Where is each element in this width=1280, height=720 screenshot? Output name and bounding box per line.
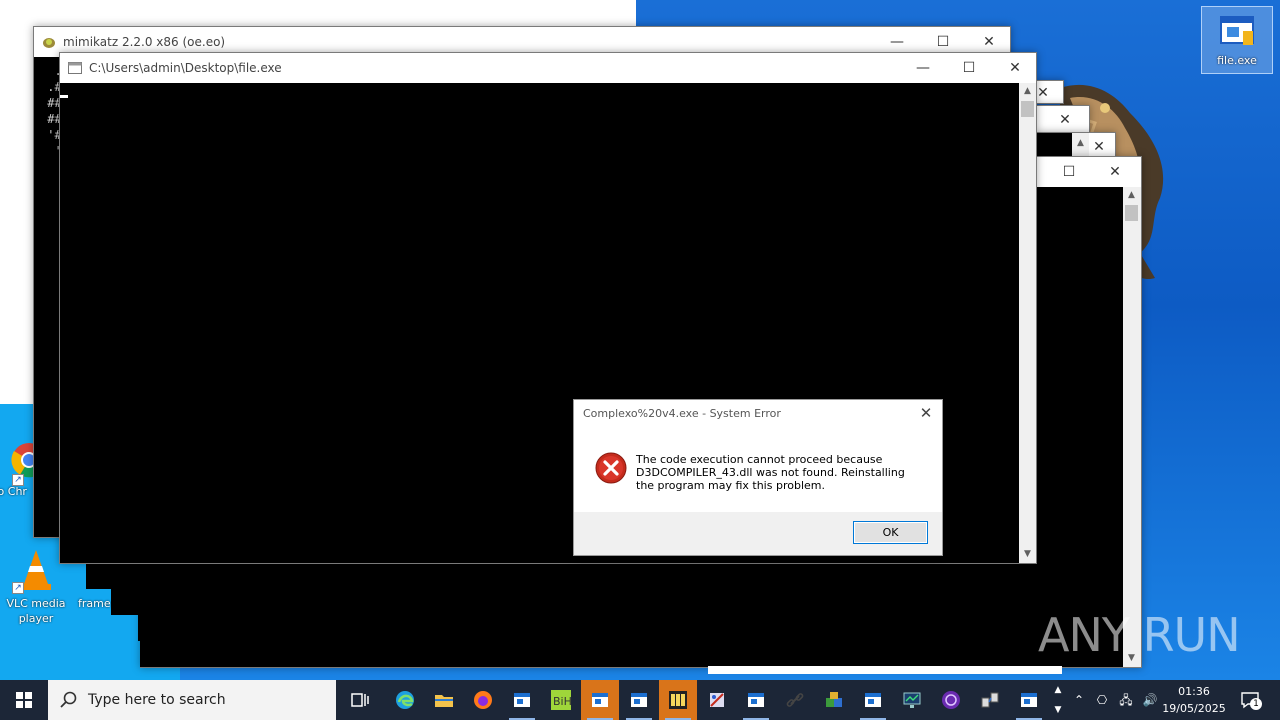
maximize-icon[interactable]: ☐ — [1046, 157, 1092, 187]
desktop-icon-file-exe[interactable]: file.exe — [1201, 6, 1273, 74]
desktop-icon-label: file.exe — [1217, 54, 1257, 67]
shortcut-arrow-icon: ↗ — [12, 474, 24, 486]
edge-icon — [396, 691, 414, 709]
purple-app-icon — [942, 691, 960, 709]
taskbar-clock[interactable]: 01:36 19/05/2025 — [1158, 683, 1230, 717]
dialog-footer: OK — [574, 512, 942, 555]
taskbar-link-app[interactable] — [776, 680, 814, 720]
network-app-icon — [981, 692, 999, 708]
desktop-icon-label: Go Chr — [0, 485, 27, 498]
notification-center-button[interactable]: 1 — [1236, 680, 1264, 720]
dialog-message: The code execution cannot proceed becaus… — [636, 453, 905, 492]
clock-time: 01:36 — [1178, 685, 1210, 698]
console-fragment — [86, 563, 164, 589]
taskbar-bih-app[interactable]: BiH — [542, 680, 580, 720]
scrollbar-thumb[interactable] — [1021, 101, 1034, 117]
taskbar-window-app[interactable] — [854, 680, 892, 720]
titlebar[interactable]: C:\Users\admin\Desktop\file.exe — ☐ ✕ — [60, 53, 1036, 83]
console-fragment — [111, 589, 164, 615]
monitor-icon — [903, 692, 921, 708]
window-app-icon — [1021, 693, 1037, 707]
dialog-title: Complexo%20v4.exe - System Error — [583, 407, 781, 420]
minimize-icon[interactable]: — — [900, 53, 946, 83]
task-view-icon — [351, 693, 369, 707]
scrollbar[interactable]: ▲ ▼ — [1123, 187, 1141, 667]
taskbar-window-app[interactable] — [620, 680, 658, 720]
ok-button[interactable]: OK — [853, 521, 928, 544]
console-fragment — [138, 615, 164, 641]
scroll-up-icon[interactable]: ▲ — [1019, 83, 1036, 100]
taskbar: Type here to search BiH ▲ ▼ ⌃ ⎔ 🖧 🔊 01:3… — [0, 680, 1280, 720]
firefox-icon — [474, 691, 492, 709]
anyrun-watermark: ANY RUN — [1038, 608, 1241, 662]
network-icon[interactable]: 🖧 — [1116, 680, 1136, 720]
search-icon — [60, 691, 77, 708]
window-app-icon — [592, 693, 608, 707]
mimikatz-kiwi-icon — [43, 38, 55, 48]
taskbar-window-app[interactable] — [1010, 680, 1048, 720]
file-exe-icon — [1220, 16, 1254, 45]
shortcut-arrow-icon: ↗ — [12, 582, 24, 594]
desktop-icon-label: VLC media player — [6, 597, 66, 625]
search-placeholder: Type here to search — [88, 692, 226, 708]
volume-icon[interactable]: 🔊 — [1140, 680, 1160, 720]
desktop-icon-label: frame — [78, 597, 111, 610]
scrollbar-thumb[interactable] — [1125, 205, 1138, 221]
text-cursor — [60, 95, 68, 98]
maximize-icon[interactable]: ☐ — [946, 53, 992, 83]
system-error-dialog[interactable]: Complexo%20v4.exe - System Error ✕ The c… — [573, 399, 943, 556]
link-icon — [786, 693, 804, 707]
desktop-icon-frame[interactable]: frame — [78, 596, 111, 616]
clock-date: 19/05/2025 — [1162, 702, 1226, 715]
watermark-text: ANY RUN — [1038, 608, 1241, 662]
taskbar-edge[interactable] — [386, 680, 424, 720]
window-app-icon — [514, 693, 530, 707]
taskbar-firefox[interactable] — [464, 680, 502, 720]
taskbar-file-explorer[interactable] — [425, 680, 463, 720]
taskbar-box-app[interactable] — [815, 680, 853, 720]
tray-security-icon[interactable]: ⎔ — [1092, 680, 1112, 720]
tool-app-icon — [710, 693, 724, 707]
close-icon[interactable]: ✕ — [1092, 157, 1138, 187]
taskbar-window-app[interactable] — [581, 680, 619, 720]
stacked-console-window-back[interactable]: ✕ — [1036, 80, 1064, 104]
console-window-icon — [68, 62, 82, 74]
notification-count-badge: 1 — [1250, 698, 1262, 710]
window-app-icon — [865, 693, 881, 707]
taskbar-network-app[interactable] — [971, 680, 1009, 720]
window-title: C:\Users\admin\Desktop\file.exe — [89, 61, 282, 75]
show-hidden-icons-chevron-icon[interactable]: ⌃ — [1070, 680, 1088, 720]
folder-icon — [435, 695, 453, 707]
taskbar-tool-app[interactable] — [698, 680, 736, 720]
taskbar-window-app[interactable] — [503, 680, 541, 720]
window-app-icon — [748, 693, 764, 707]
start-button[interactable] — [0, 680, 48, 720]
puzzle-app-icon — [669, 691, 687, 709]
console-fragment — [708, 666, 1062, 674]
taskbar-window-app[interactable] — [737, 680, 775, 720]
scroll-down-icon[interactable]: ▼ — [1019, 546, 1036, 563]
scrollbar[interactable]: ▲ ▼ — [1019, 83, 1036, 563]
stacked-console-window-back[interactable]: ✕ — [1036, 105, 1090, 133]
close-icon[interactable]: ✕ — [1036, 81, 1063, 103]
package-icon — [826, 692, 842, 707]
close-icon[interactable]: ✕ — [992, 53, 1036, 83]
taskbar-puzzle-app[interactable] — [659, 680, 697, 720]
windows-logo-icon — [16, 692, 32, 708]
close-icon[interactable]: ✕ — [1042, 106, 1088, 132]
close-icon[interactable]: ✕ — [914, 402, 938, 424]
scroll-up-icon[interactable]: ▲ — [1123, 187, 1140, 204]
taskbar-purple-app[interactable] — [932, 680, 970, 720]
taskbar-search-box[interactable]: Type here to search — [48, 680, 336, 720]
window-app-icon — [631, 693, 647, 707]
bih-app-icon: BiH — [551, 690, 571, 710]
error-icon — [595, 452, 627, 484]
taskbar-scroll-arrows[interactable]: ▲ ▼ — [1050, 680, 1066, 720]
taskbar-monitor-app[interactable] — [893, 680, 931, 720]
task-view-button[interactable] — [341, 680, 379, 720]
svg-text:BiH: BiH — [553, 695, 571, 708]
